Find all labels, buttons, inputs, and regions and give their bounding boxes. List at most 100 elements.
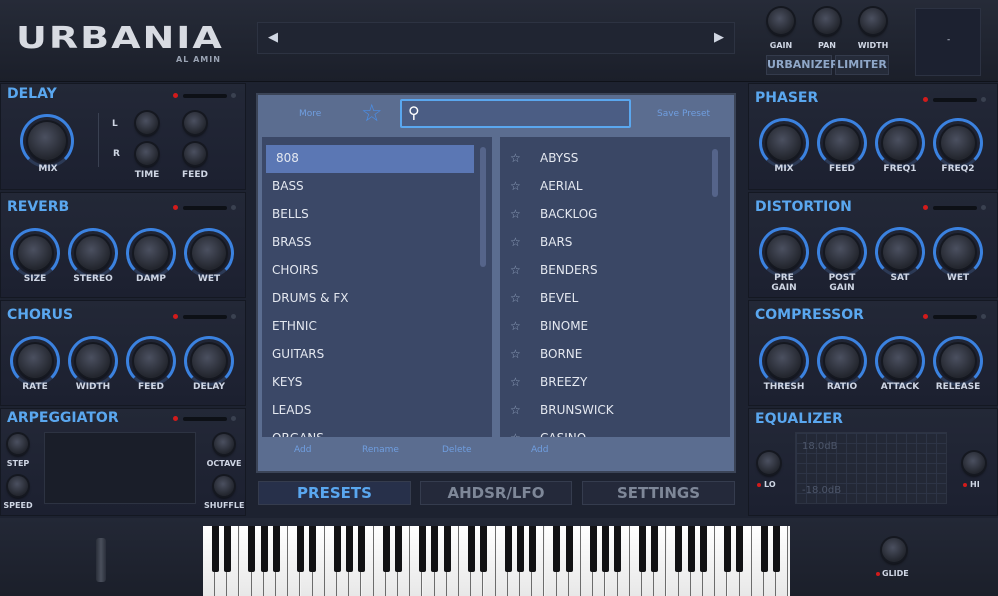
tab-settings[interactable]: SETTINGS	[582, 481, 735, 505]
black-key[interactable]	[638, 526, 646, 572]
favorite-star-icon[interactable]: ☆	[510, 341, 521, 367]
black-key[interactable]	[480, 526, 488, 572]
black-key[interactable]	[687, 526, 695, 572]
reverb-damp-knob[interactable]	[126, 228, 176, 278]
arp-step-knob[interactable]	[8, 434, 28, 454]
urbanizer-button[interactable]: URBANIZER	[766, 55, 839, 75]
eq-graph[interactable]: 18.0dB -18.0dB	[795, 432, 947, 504]
eq-hi-knob[interactable]	[963, 452, 985, 474]
gain-knob[interactable]	[768, 8, 794, 34]
reverb-stereo-knob[interactable]	[68, 228, 118, 278]
chorus-feed-knob[interactable]	[126, 336, 176, 386]
black-key[interactable]	[443, 526, 451, 572]
tab-ahdsr-lfo[interactable]: AHDSR/LFO	[420, 481, 572, 505]
phaser-freq2-knob[interactable]	[933, 118, 983, 168]
black-key[interactable]	[382, 526, 390, 572]
save-preset-link[interactable]: Save Preset	[657, 109, 710, 119]
pan-knob[interactable]	[814, 8, 840, 34]
category-item[interactable]: DRUMS & FX	[262, 285, 492, 313]
more-link[interactable]: More	[299, 109, 321, 119]
reverb-toggle[interactable]	[173, 204, 239, 212]
delay-time-l-knob[interactable]	[136, 112, 158, 134]
black-key[interactable]	[345, 526, 353, 572]
arp-step-grid[interactable]	[44, 432, 196, 504]
arp-octave-knob[interactable]	[214, 434, 234, 454]
category-item[interactable]: BELLS	[262, 201, 492, 229]
black-key[interactable]	[553, 526, 561, 572]
distortion-toggle[interactable]	[923, 204, 989, 212]
chorus-toggle[interactable]	[173, 313, 239, 321]
black-key[interactable]	[614, 526, 622, 572]
reverb-size-knob[interactable]	[10, 228, 60, 278]
favorite-star-icon[interactable]: ☆	[510, 145, 521, 171]
black-key[interactable]	[248, 526, 256, 572]
category-delete-link[interactable]: Delete	[442, 445, 472, 455]
favorite-star-icon[interactable]: ☆	[510, 229, 521, 255]
black-key[interactable]	[772, 526, 780, 572]
compressor-attack-knob[interactable]	[875, 336, 925, 386]
phaser-toggle[interactable]	[923, 96, 989, 104]
category-item[interactable]: LEADS	[262, 397, 492, 425]
glide-knob[interactable]	[882, 538, 906, 562]
next-preset-button[interactable]: ▶	[714, 30, 724, 45]
black-key[interactable]	[760, 526, 768, 572]
chorus-rate-knob[interactable]	[10, 336, 60, 386]
black-key[interactable]	[394, 526, 402, 572]
delay-feed-l-knob[interactable]	[184, 112, 206, 134]
preset-item[interactable]: ☆ CASINO	[500, 425, 730, 437]
category-item[interactable]: ORGANS	[262, 425, 492, 437]
preset-item[interactable]: ☆ BEVEL	[500, 285, 730, 313]
distortion-sat-knob[interactable]	[875, 227, 925, 277]
black-key[interactable]	[260, 526, 268, 572]
black-key[interactable]	[223, 526, 231, 572]
preset-item[interactable]: ☆ ABYSS	[500, 145, 730, 173]
preset-item[interactable]: ☆ BREEZY	[500, 369, 730, 397]
prev-preset-button[interactable]: ◀	[268, 30, 278, 45]
delay-toggle[interactable]	[173, 92, 239, 100]
phaser-mix-knob[interactable]	[759, 118, 809, 168]
preset-item[interactable]: ☆ BORNE	[500, 341, 730, 369]
arp-shuffle-knob[interactable]	[214, 476, 234, 496]
black-key[interactable]	[736, 526, 744, 572]
black-key[interactable]	[516, 526, 524, 572]
black-key[interactable]	[419, 526, 427, 572]
category-rename-link[interactable]: Rename	[362, 445, 399, 455]
arpeggiator-toggle[interactable]	[173, 415, 239, 423]
black-key[interactable]	[675, 526, 683, 572]
category-item[interactable]: GUITARS	[262, 341, 492, 369]
black-key[interactable]	[467, 526, 475, 572]
black-key[interactable]	[650, 526, 658, 572]
category-item[interactable]: BASS	[262, 173, 492, 201]
black-key[interactable]	[309, 526, 317, 572]
search-input[interactable]	[430, 104, 620, 123]
search-field[interactable]: ⚲	[400, 99, 631, 128]
category-add-link[interactable]: Add	[294, 445, 311, 455]
delay-time-r-knob[interactable]	[136, 143, 158, 165]
black-key[interactable]	[211, 526, 219, 572]
distortion-post-gain-knob[interactable]	[817, 227, 867, 277]
black-key[interactable]	[431, 526, 439, 572]
limiter-button[interactable]: LIMITER	[835, 55, 889, 75]
black-key[interactable]	[589, 526, 597, 572]
preset-item[interactable]: ☆ BENDERS	[500, 257, 730, 285]
favorites-star-icon[interactable]: ☆	[361, 100, 383, 126]
black-key[interactable]	[724, 526, 732, 572]
chorus-delay-knob[interactable]	[184, 336, 234, 386]
compressor-release-knob[interactable]	[933, 336, 983, 386]
favorite-star-icon[interactable]: ☆	[510, 201, 521, 227]
favorite-star-icon[interactable]: ☆	[510, 285, 521, 311]
arp-speed-knob[interactable]	[8, 476, 28, 496]
black-key[interactable]	[504, 526, 512, 572]
pitch-wheel[interactable]	[96, 538, 106, 582]
category-item[interactable]: KEYS	[262, 369, 492, 397]
favorite-star-icon[interactable]: ☆	[510, 425, 521, 437]
category-item[interactable]: ETHNIC	[262, 313, 492, 341]
category-item[interactable]: BRASS	[262, 229, 492, 257]
delay-mix-knob[interactable]	[20, 114, 74, 168]
category-item[interactable]: CHOIRS	[262, 257, 492, 285]
favorite-star-icon[interactable]: ☆	[510, 397, 521, 423]
tab-presets[interactable]: PRESETS	[258, 481, 411, 505]
favorite-star-icon[interactable]: ☆	[510, 313, 521, 339]
black-key[interactable]	[699, 526, 707, 572]
black-key[interactable]	[272, 526, 280, 572]
